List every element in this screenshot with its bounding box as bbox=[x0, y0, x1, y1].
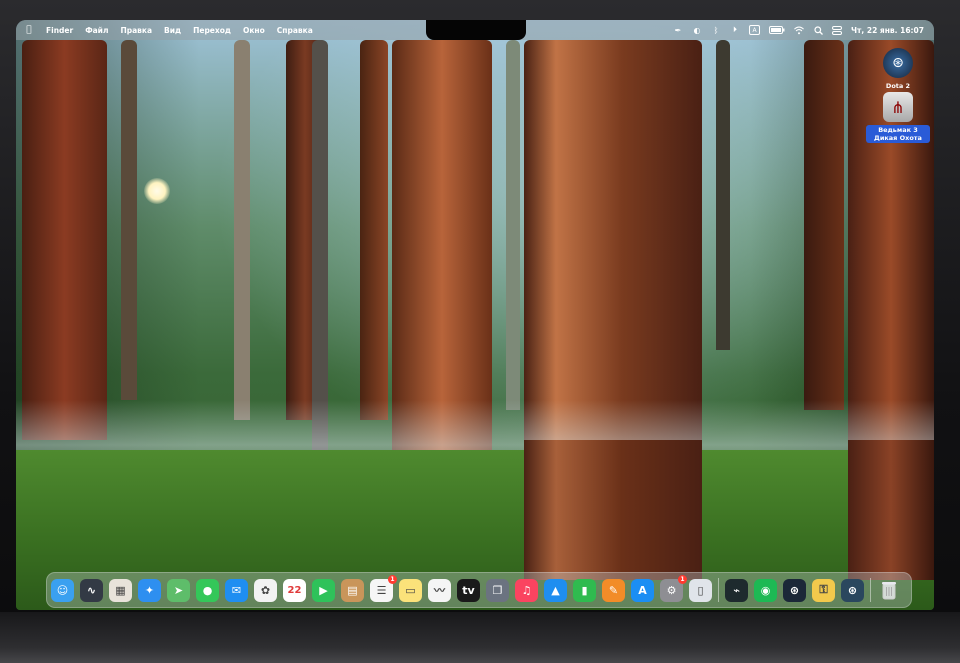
dock-glyph: ▶ bbox=[319, 583, 328, 597]
desktop-icon-label: Ведьмак 3 Дикая Охота bbox=[866, 125, 930, 143]
dock-glyph: 22 bbox=[287, 584, 302, 596]
dock-glyph: ⌁ bbox=[733, 583, 740, 597]
desktop-icon-dota2[interactable]: ⊛ Dota 2 bbox=[866, 48, 930, 91]
pen-icon[interactable]: ✒ bbox=[673, 25, 683, 35]
dock-glyph: ▭ bbox=[405, 583, 416, 597]
activity-icon[interactable]: ∿ bbox=[80, 578, 103, 602]
menu-finder[interactable]: Finder bbox=[46, 26, 73, 35]
dock-glyph: ☺ bbox=[56, 583, 69, 597]
numbers-icon[interactable]: ▮ bbox=[573, 578, 596, 602]
dock-glyph: ➤ bbox=[173, 583, 184, 597]
dock-glyph: tv bbox=[462, 583, 475, 597]
menu-edit[interactable]: Правка bbox=[120, 26, 152, 35]
pages-icon[interactable]: ✎ bbox=[602, 578, 625, 602]
steam-icon: ⊛ bbox=[883, 48, 913, 78]
tree-trunk bbox=[121, 40, 137, 400]
tree-trunk bbox=[848, 440, 934, 580]
wifi-icon[interactable] bbox=[794, 25, 804, 35]
safari-icon[interactable]: ✦ bbox=[138, 578, 161, 602]
reminders-icon[interactable]: ☰ 1 bbox=[370, 574, 397, 602]
tree-trunk bbox=[360, 40, 388, 420]
mail-icon[interactable]: ✉ bbox=[225, 578, 248, 602]
dock-glyph: ◉ bbox=[760, 583, 771, 597]
tree-trunk bbox=[716, 40, 730, 350]
dock-glyph: ⚿ bbox=[819, 583, 828, 596]
dock-glyph: ▦ bbox=[115, 583, 126, 597]
camera-notch bbox=[426, 20, 526, 40]
dock-glyph: ✦ bbox=[144, 583, 155, 597]
dock-glyph: A bbox=[638, 583, 647, 597]
a-input-icon[interactable]: A bbox=[749, 25, 760, 35]
app-store-icon[interactable]: A bbox=[631, 578, 654, 602]
freeform-icon[interactable]: 〰 bbox=[428, 578, 451, 602]
keynote-icon[interactable]: ▲ bbox=[544, 578, 567, 602]
laptop-lower-edge bbox=[0, 612, 960, 663]
dock-glyph: ▲ bbox=[551, 583, 560, 597]
search-icon[interactable] bbox=[813, 25, 823, 35]
maps-icon[interactable]: ➤ bbox=[167, 578, 190, 602]
dock-glyph: ∿ bbox=[86, 583, 97, 597]
activity-monitor-icon[interactable]: ⌁ bbox=[725, 578, 748, 602]
dock-glyph: ▤ bbox=[347, 583, 358, 597]
preview-icon[interactable]: ▯ bbox=[689, 578, 712, 602]
desktop-icon-witcher3[interactable]: ⋔ Ведьмак 3 Дикая Охота bbox=[866, 92, 930, 143]
menubar-clock[interactable]: Чт, 22 янв. 16:07 bbox=[851, 26, 924, 35]
music-icon[interactable]: ♫ bbox=[515, 578, 538, 602]
calendar-icon[interactable]: 22 bbox=[283, 578, 306, 602]
menu-view[interactable]: Вид bbox=[164, 26, 181, 35]
tree-trunk bbox=[524, 440, 702, 580]
dock-glyph: ⊛ bbox=[847, 583, 858, 597]
notes-brown-icon[interactable]: ▤ bbox=[341, 578, 364, 602]
desktop-screen:  Finder Файл Правка Вид Переход Окно Сп… bbox=[16, 20, 934, 610]
launchpad-icon[interactable]: ▦ bbox=[109, 578, 132, 602]
dock-glyph: ❐ bbox=[492, 583, 503, 597]
sun-flare bbox=[144, 178, 170, 204]
steam-alt-icon[interactable]: ⊛ bbox=[841, 578, 864, 602]
bluetooth-icon[interactable]: ᛒ bbox=[711, 25, 721, 35]
spotify-icon[interactable]: ◉ bbox=[754, 578, 777, 602]
trash-icon[interactable] bbox=[877, 579, 900, 602]
battery-icon[interactable] bbox=[769, 25, 785, 35]
menu-go[interactable]: Переход bbox=[193, 26, 231, 35]
finder-icon[interactable]: ☺ bbox=[51, 578, 74, 602]
desktop-icon-label: Dota 2 bbox=[885, 82, 911, 90]
speech-icon[interactable]: ❐ bbox=[486, 578, 509, 602]
control-center-icon[interactable] bbox=[832, 25, 842, 35]
facetime-icon[interactable]: ▶ bbox=[312, 578, 335, 602]
tv-icon[interactable]: tv bbox=[457, 578, 480, 602]
dock: ☺ ∿ ▦ ✦ ➤ ● ✉ ✿ 22 ▶ ▤ ☰ 1 ▭ 〰 tv ❐ ♫ ▲ ▮ ✎ A ⚙ 1 ▯ ⌁ ◉ ⊛ ⚿ ⊛ bbox=[46, 572, 912, 608]
photos-icon[interactable]: ✿ bbox=[254, 578, 277, 602]
dock-glyph: ▮ bbox=[581, 583, 588, 597]
tree-trunk bbox=[234, 40, 250, 420]
steam-icon[interactable]: ⊛ bbox=[783, 578, 806, 602]
dock-glyph: ▯ bbox=[697, 583, 704, 597]
dock-glyph: ♫ bbox=[521, 583, 532, 597]
tree-trunk bbox=[804, 40, 844, 410]
dock-glyph: ✿ bbox=[260, 583, 271, 597]
witcher-icon: ⋔ bbox=[883, 92, 913, 122]
dock-glyph: ☰ bbox=[376, 583, 387, 597]
play-circle-icon[interactable]: ⏵ bbox=[730, 25, 740, 35]
tree-trunk bbox=[22, 40, 107, 440]
notes-icon[interactable]: ▭ bbox=[399, 578, 422, 602]
dock-glyph: ⚙ bbox=[666, 583, 677, 597]
utility-icon[interactable]: ⚿ bbox=[812, 578, 835, 602]
tree-trunk bbox=[506, 40, 520, 410]
app-menu-icon[interactable]: ◐ bbox=[692, 25, 702, 35]
messages-icon[interactable]: ● bbox=[196, 578, 219, 602]
menu-window[interactable]: Окно bbox=[243, 26, 265, 35]
menu-help[interactable]: Справка bbox=[277, 26, 313, 35]
dock-glyph: ✉ bbox=[231, 583, 242, 597]
dock-separator bbox=[718, 578, 719, 602]
settings-icon[interactable]: ⚙ 1 bbox=[660, 574, 687, 602]
dock-glyph: ● bbox=[202, 583, 213, 597]
dock-glyph: 〰 bbox=[434, 584, 445, 597]
notification-badge: 1 bbox=[388, 574, 397, 584]
notification-badge: 1 bbox=[678, 574, 687, 584]
dock-separator bbox=[870, 578, 871, 602]
apple-menu-icon[interactable]:  bbox=[24, 25, 34, 35]
menu-file[interactable]: Файл bbox=[85, 26, 108, 35]
dock-glyph: ⊛ bbox=[789, 583, 800, 597]
dock-glyph: ✎ bbox=[608, 583, 619, 597]
